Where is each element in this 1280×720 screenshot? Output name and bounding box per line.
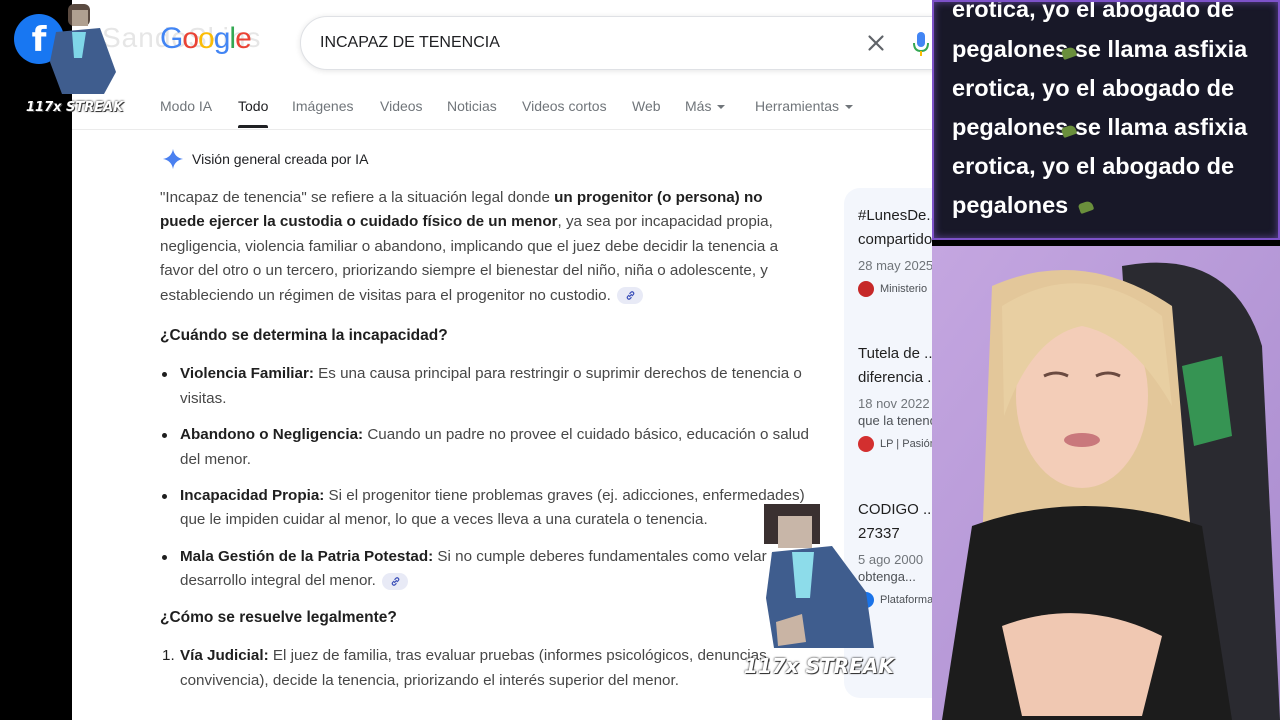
- chat-text: pegalones se llama asfixia: [952, 114, 1248, 140]
- chat-message-line: erotica, yo el abogado de: [952, 75, 1235, 101]
- chevron-down-icon: [845, 105, 854, 110]
- logo-letter: G: [160, 22, 183, 55]
- ai-overview-header: Visión general creada por IA: [162, 146, 368, 172]
- section-heading: ¿Cuándo se determina la incapacidad?: [160, 327, 448, 345]
- tab-noticias[interactable]: Noticias: [447, 98, 497, 114]
- logo-letter: e: [235, 22, 252, 55]
- source-card-title-line2[interactable]: diferencia ...: [858, 366, 932, 390]
- close-icon[interactable]: [863, 30, 889, 56]
- tab-videos[interactable]: Videos: [380, 98, 423, 114]
- source-card-title[interactable]: #LunesDe...: [858, 204, 932, 228]
- google-logo[interactable]: Google: [160, 22, 252, 56]
- section-heading: ¿Cómo se resuelve legalmente?: [160, 608, 397, 626]
- list-item: 1. Vía Judicial: El juez de familia, tras…: [160, 644, 810, 693]
- tab-videos-cortos[interactable]: Videos cortos: [522, 98, 607, 114]
- webcam-feed: [932, 246, 1280, 720]
- chat-text: pegalones se llama asfixia: [952, 36, 1248, 62]
- logo-letter: o: [182, 22, 199, 55]
- streak-label: 117x STREAK: [744, 654, 894, 678]
- microphone-icon[interactable]: [913, 31, 929, 57]
- tab-mas[interactable]: Más: [685, 98, 726, 114]
- source-card-site-name: LP | Pasión: [880, 438, 932, 450]
- ordered-text: El juez de familia, tras evaluar pruebas…: [180, 647, 771, 689]
- chat-message-line: pegalones se llama asfixia: [952, 36, 1247, 63]
- source-link-chip[interactable]: [381, 572, 408, 590]
- source-card-title-line2[interactable]: compartido en contextos de ...: [858, 228, 932, 252]
- search-header: SandoSkins Google INCAPAZ DE TENENCIA Mo…: [72, 0, 932, 130]
- site-favicon-icon: [858, 436, 874, 452]
- source-card-date: 18 nov 2022: [858, 396, 930, 411]
- bullet-term: Violencia Familiar:: [180, 365, 314, 383]
- chat-message-line: pegalones se llama asfixia: [952, 114, 1247, 141]
- intro-paragraph: "Incapaz de tenencia" se refiere a la si…: [160, 186, 810, 308]
- site-favicon-icon: [858, 281, 874, 297]
- tab-herramientas[interactable]: Herramientas: [755, 98, 854, 114]
- bullet-list: Violencia Familiar: Es una causa princip…: [160, 362, 810, 593]
- ordered-term: Vía Judicial:: [180, 647, 269, 665]
- bullet-term: Incapacidad Propia:: [180, 487, 325, 505]
- list-item: Mala Gestión de la Patria Potestad: Si n…: [160, 545, 810, 594]
- intro-text: "Incapaz de tenencia" se refiere a la si…: [160, 189, 555, 206]
- streak-label: 117x STREAK: [26, 100, 124, 115]
- chat-message-line: pegalones: [952, 192, 1095, 219]
- source-card[interactable]: Tutela de ... diferencia ... 18 nov 2022…: [858, 342, 932, 452]
- chat-message-line: erotica, yo el abogado de: [952, 0, 1235, 22]
- chat-message-line: erotica, yo el abogado de: [952, 153, 1235, 179]
- source-card[interactable]: #LunesDe... compartido en contextos de .…: [858, 204, 932, 297]
- source-card-site-name: Ministerio: [880, 283, 928, 295]
- streamer-webcam-image: [932, 246, 1280, 720]
- ai-overview-body: "Incapaz de tenencia" se refiere a la si…: [160, 186, 810, 693]
- tab-modo-ia[interactable]: Modo IA: [160, 98, 212, 114]
- source-card-date: 28 may 2025: [858, 258, 932, 273]
- chevron-down-icon: [717, 105, 726, 110]
- source-card-site: Ministerio: [858, 281, 932, 297]
- source-card-snippet: que la tenencia: [858, 413, 932, 428]
- source-card-site: LP | Pasión: [858, 436, 932, 452]
- search-box[interactable]: INCAPAZ DE TENENCIA: [300, 16, 932, 70]
- tab-imagenes[interactable]: Imágenes: [292, 98, 353, 114]
- tab-mas-label: Más: [685, 98, 712, 114]
- search-input[interactable]: INCAPAZ DE TENENCIA: [320, 34, 500, 52]
- source-card-site-name: Plataforma: [880, 594, 932, 606]
- ai-overview-title: Visión general creada por IA: [192, 151, 369, 167]
- streak-character-icon: [50, 4, 116, 94]
- tab-todo[interactable]: Todo: [238, 98, 269, 128]
- chat-text: pegalones: [952, 192, 1075, 218]
- logo-letter: g: [213, 22, 231, 55]
- list-item: Violencia Familiar: Es una causa princip…: [160, 362, 810, 411]
- link-icon: [391, 577, 400, 586]
- tab-herramientas-label: Herramientas: [755, 98, 840, 114]
- stream-chat-overlay: erotica, yo el abogado de pegalones se l…: [932, 0, 1280, 240]
- streak-character-icon: [764, 504, 874, 648]
- list-item: Incapacidad Propia: Si el progenitor tie…: [160, 484, 810, 533]
- tab-web[interactable]: Web: [632, 98, 661, 114]
- ordered-list: 1. Vía Judicial: El juez de familia, tras…: [160, 644, 810, 693]
- bullet-term: Mala Gestión de la Patria Potestad:: [180, 547, 434, 565]
- list-item: Abandono o Negligencia: Cuando un padre …: [160, 423, 810, 472]
- logo-letter: o: [198, 22, 215, 55]
- source-link-chip[interactable]: [616, 287, 643, 305]
- bullet-term: Abandono o Negligencia:: [180, 426, 364, 444]
- source-card-title[interactable]: Tutela de ...: [858, 342, 932, 366]
- crocodile-emoji-icon: [1077, 199, 1095, 214]
- link-icon: [626, 291, 635, 300]
- gemini-sparkle-icon: [162, 148, 184, 170]
- list-number: 1.: [162, 647, 175, 665]
